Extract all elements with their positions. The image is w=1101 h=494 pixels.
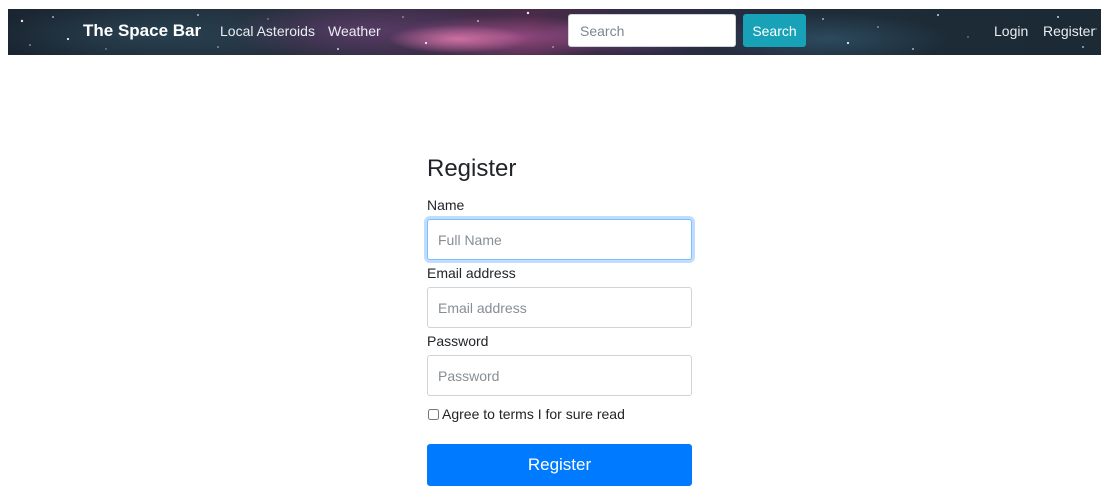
register-form: Register Name Email address Password Agr…	[427, 155, 692, 486]
search-button[interactable]: Search	[743, 14, 806, 47]
top-navbar: The Space Bar Local Asteroids Weather Se…	[8, 9, 1101, 55]
terms-row: Agree to terms I for sure read	[427, 405, 692, 423]
terms-checkbox[interactable]	[428, 408, 439, 420]
password-field[interactable]	[427, 355, 692, 396]
search-input[interactable]	[568, 14, 736, 47]
nav-link-register[interactable]: Register	[1043, 23, 1095, 39]
brand-logo[interactable]: The Space Bar	[83, 21, 201, 41]
terms-label: Agree to terms I for sure read	[442, 406, 625, 422]
name-label: Name	[427, 197, 465, 213]
name-field[interactable]	[427, 219, 692, 260]
password-label: Password	[427, 333, 489, 349]
email-field[interactable]	[427, 287, 692, 328]
nav-link-login[interactable]: Login	[994, 23, 1028, 39]
nav-link-weather[interactable]: Weather	[328, 23, 381, 39]
page-title: Register	[427, 155, 517, 182]
register-submit-button[interactable]: Register	[427, 444, 692, 486]
email-label: Email address	[427, 265, 516, 281]
nav-link-local-asteroids[interactable]: Local Asteroids	[220, 23, 315, 39]
